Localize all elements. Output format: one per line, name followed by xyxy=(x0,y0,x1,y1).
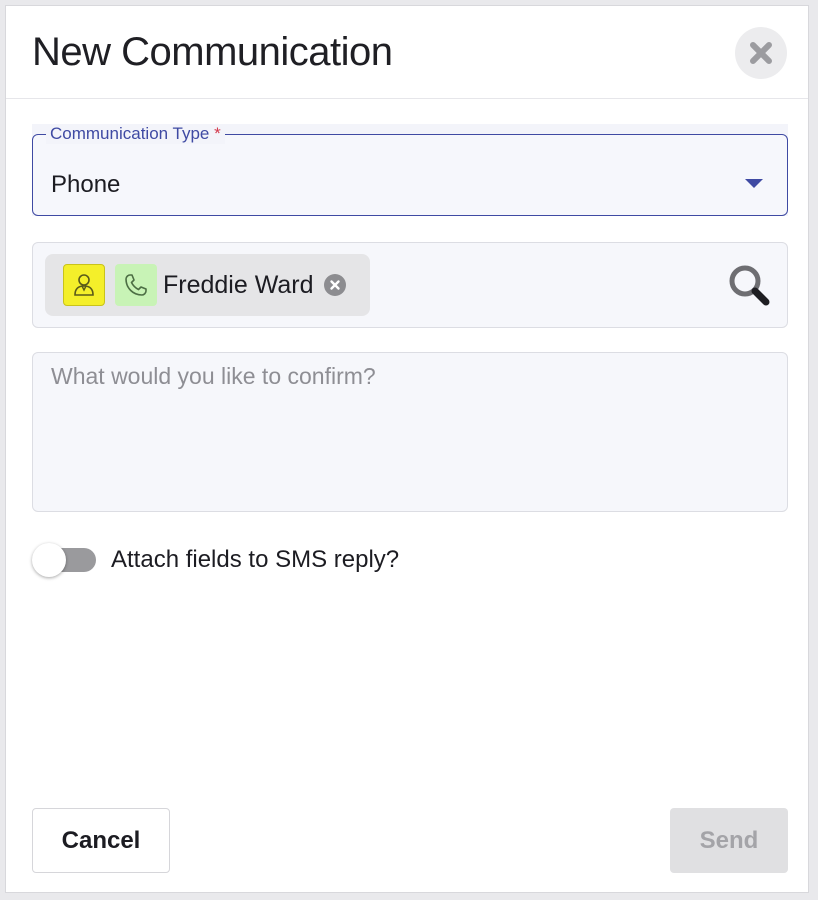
close-button[interactable] xyxy=(735,27,787,79)
communication-type-label: Communication Type * xyxy=(46,124,225,144)
search-recipients-button[interactable] xyxy=(727,263,771,307)
phone-icon xyxy=(115,264,157,306)
dialog-title: New Communication xyxy=(32,30,393,74)
message-input[interactable] xyxy=(32,352,788,512)
new-communication-dialog: New Communication Phone Communication Ty… xyxy=(5,5,809,893)
contact-person-icon xyxy=(63,264,105,306)
required-marker: * xyxy=(214,124,221,143)
recipients-field[interactable]: Freddie Ward xyxy=(32,242,788,328)
remove-recipient-icon[interactable] xyxy=(324,274,346,296)
dropdown-arrow-icon xyxy=(745,179,763,188)
communication-type-field: Phone Communication Type * xyxy=(32,124,788,216)
send-button[interactable]: Send xyxy=(670,808,788,873)
recipient-chip[interactable]: Freddie Ward xyxy=(45,254,370,316)
communication-type-value: Phone xyxy=(51,171,121,198)
search-icon xyxy=(729,265,770,306)
toggle-knob xyxy=(32,543,66,577)
cancel-button[interactable]: Cancel xyxy=(32,808,170,873)
communication-type-label-text: Communication Type xyxy=(50,124,210,143)
recipient-name: Freddie Ward xyxy=(163,271,314,299)
close-icon xyxy=(750,42,772,64)
sms-reply-label: Attach fields to SMS reply? xyxy=(111,546,400,573)
sms-reply-toggle[interactable] xyxy=(32,542,98,578)
dialog-header: New Communication xyxy=(6,6,808,99)
communication-type-select[interactable]: Phone xyxy=(32,134,788,216)
